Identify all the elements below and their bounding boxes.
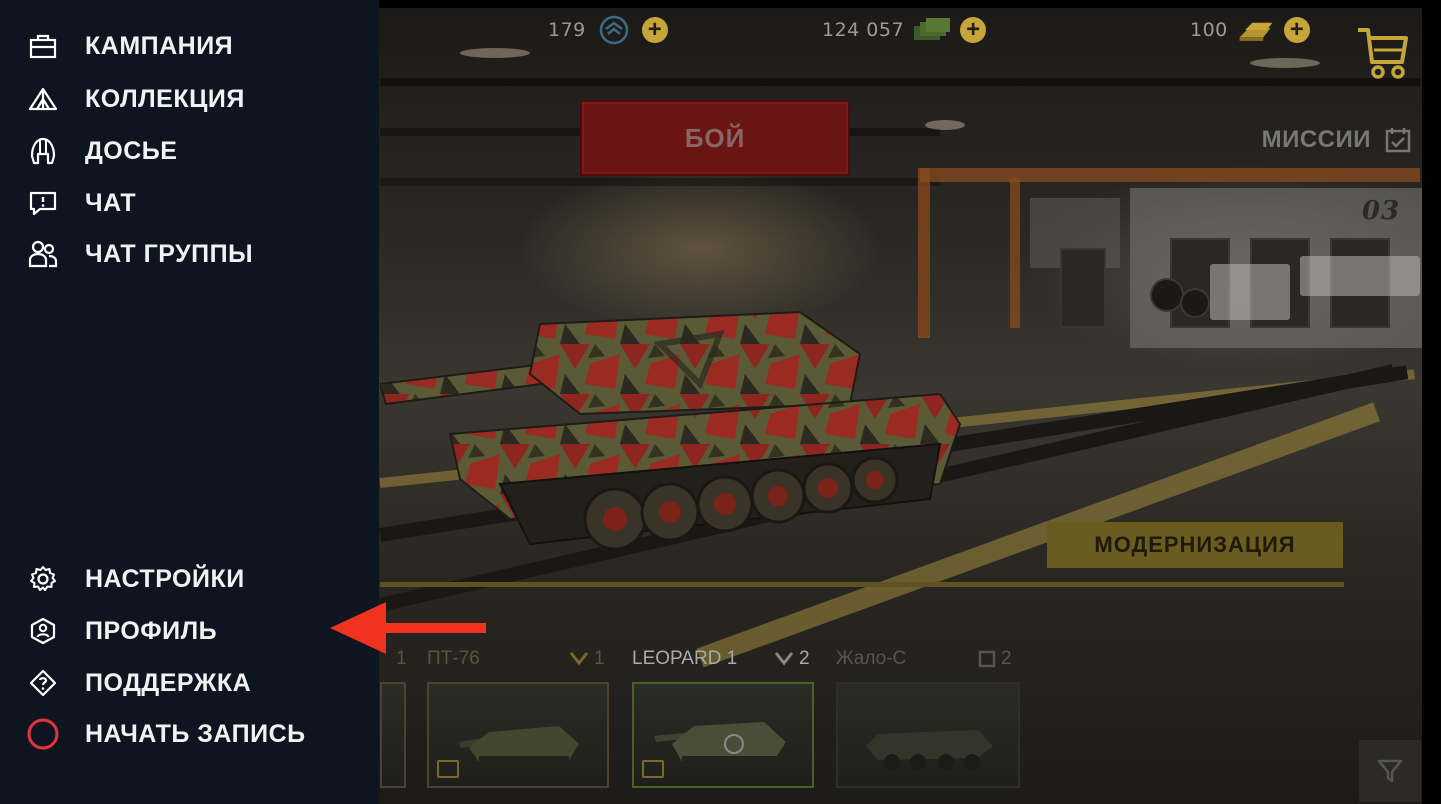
group-icon [26,237,60,271]
tank-tier-group: 2 [774,648,810,670]
menu-item-label: КАМПАНИЯ [85,31,234,60]
tank-card[interactable] [380,682,406,788]
menu-item-label: ПОДДЕРЖКА [85,668,252,697]
inner-door [1060,248,1106,328]
missions-button[interactable]: МИССИИ [1262,126,1411,154]
menu-item-profile[interactable]: ПРОФИЛЬ [26,614,217,648]
tank-card-selected[interactable] [632,682,814,788]
menu-item-label: ЧАТ ГРУППЫ [85,239,254,268]
annotation-arrow-icon [330,602,486,654]
gear-icon [26,562,60,596]
calendar-check-icon [1385,128,1411,153]
crane-beam [920,168,1420,182]
credits-value: 124 057 [822,19,905,41]
tank-tier-group: 2 [978,648,1012,670]
crane-beam [1010,178,1020,328]
truck-wheel [1150,278,1184,312]
buy-gold-button[interactable]: + [1283,17,1310,43]
hangar-number: 03 [1362,196,1401,226]
menu-item-collection[interactable]: КОЛЛЕКЦИЯ [26,82,245,116]
missions-label: МИССИИ [1261,126,1371,153]
helmet-icon [26,134,60,168]
menu-item-label: ПРОФИЛЬ [85,616,218,645]
menu-item-label: ЧАТ [85,188,137,217]
credits-counter: 124 057 + [822,16,987,44]
menu-item-chat[interactable]: ЧАТ [26,186,136,220]
menu-item-campaign[interactable]: КАМПАНИЯ [26,29,233,63]
menu-item-label: НАСТРОЙКИ [85,564,245,593]
filter-icon [1377,759,1403,783]
tank-tier: 2 [799,648,810,669]
menu-item-group-chat[interactable]: ЧАТ ГРУППЫ [26,237,253,271]
ceiling-light [925,120,965,130]
crown-icon [642,760,664,778]
carousel-divider [380,582,1344,587]
tank-tier: 1 [594,648,605,669]
buy-rank-tokens-button[interactable]: + [641,17,668,43]
modernization-button[interactable]: МОДЕРНИЗАЦИЯ [1047,522,1343,568]
crown-icon [437,760,459,778]
rank-token-icon [594,15,634,45]
ceiling-beam [380,178,940,186]
menu-item-settings[interactable]: НАСТРОЙКИ [26,562,245,596]
background-truck [1210,264,1290,320]
credits-icon [912,16,952,44]
filter-button[interactable] [1359,740,1421,802]
briefcase-icon [26,29,60,63]
tank-name: LEOPARD 1 [632,648,738,669]
tank-tier-group: 1 [569,648,605,670]
menu-item-dossier[interactable]: ДОСЬЕ [26,134,177,168]
tank-card[interactable] [427,682,609,788]
truck-wheel [1180,288,1210,318]
ceiling-beam [380,78,1420,86]
menu-item-label: ДОСЬЕ [85,136,178,165]
menu-item-label: НАЧАТЬ ЗАПИСЬ [85,719,306,748]
tier-chevron-icon [774,652,794,666]
ceiling-light [460,48,530,58]
menu-item-start-recording[interactable]: НАЧАТЬ ЗАПИСЬ [26,717,306,751]
ceiling-light [1250,58,1320,68]
tank-thumbnail [866,730,993,770]
tank-tier: 2 [1001,648,1012,669]
profile-badge-icon [26,614,60,648]
tank-model [380,310,962,551]
gold-bars-icon [1236,16,1276,44]
buy-credits-button[interactable]: + [960,17,987,43]
record-icon [26,717,60,751]
tank-card[interactable] [836,682,1020,788]
background-truck [1300,256,1420,296]
battle-button[interactable]: БОЙ [580,100,850,176]
gold-counter: 100 + [1190,16,1310,44]
rank-tokens-value: 179 [548,19,586,41]
gold-value: 100 [1190,19,1228,41]
support-icon [26,666,60,700]
side-menu: КАМПАНИЯ КОЛЛЕКЦИЯ ДОСЬЕ ЧАТ ЧАТ ГРУППЫ … [0,0,379,804]
menu-item-label: КОЛЛЕКЦИЯ [85,84,245,113]
tank-name: Жало-С [836,648,907,669]
cart-icon[interactable] [1356,24,1408,80]
tank-thumbnail [654,722,786,766]
tank-thumbnail [459,726,579,766]
tent-icon [26,82,60,116]
menu-item-support[interactable]: ПОДДЕРЖКА [26,666,251,700]
chat-bubble-icon [26,186,60,220]
rank-tokens-counter: 179 + [548,15,668,45]
tier-chevron-icon [569,652,589,666]
tier-frame-icon [978,650,996,668]
